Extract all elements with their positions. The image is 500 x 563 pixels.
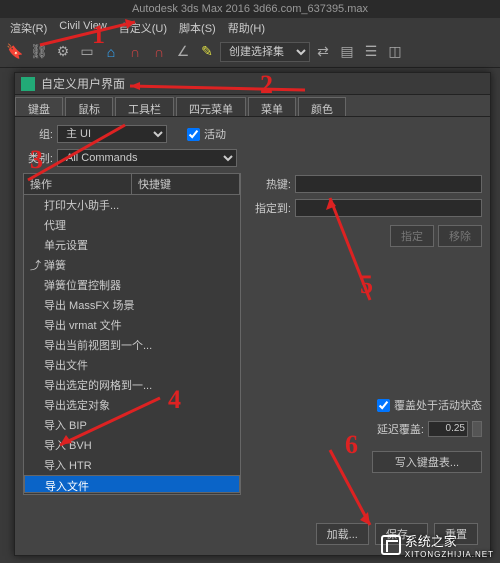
list-item[interactable]: ◢导向板空间扭曲 bbox=[24, 493, 240, 495]
override-checkbox-input[interactable] bbox=[377, 399, 390, 412]
magnet-icon[interactable]: ∩ bbox=[124, 41, 146, 63]
tab-mouse[interactable]: 鼠标 bbox=[65, 97, 113, 116]
magnet2-icon[interactable]: ∩ bbox=[148, 41, 170, 63]
brush-icon[interactable]: ✎ bbox=[196, 41, 218, 63]
tab-color[interactable]: 颜色 bbox=[298, 97, 346, 116]
menu-script[interactable]: 脚本(S) bbox=[173, 18, 222, 36]
col-shortcut[interactable]: 快捷键 bbox=[132, 174, 240, 194]
assignto-input[interactable] bbox=[295, 199, 482, 217]
delay-spinner[interactable] bbox=[472, 421, 482, 437]
list-item[interactable]: 弹簧位置控制器 bbox=[24, 275, 240, 295]
menu-render[interactable]: 渲染(R) bbox=[4, 18, 53, 36]
menu-customize[interactable]: 自定义(U) bbox=[113, 18, 173, 36]
list-item[interactable]: 导出选定的网格到一... bbox=[24, 375, 240, 395]
mirror-icon[interactable]: ⇄ bbox=[312, 41, 334, 63]
app-icon bbox=[21, 77, 35, 91]
bookmark-icon[interactable]: 🔖 bbox=[4, 41, 26, 63]
main-toolbar: 🔖 ⛓ ⚙ ▭ ⌂ ∩ ∩ ∠ ✎ 创建选择集 ⇄ ▤ ☰ ◫ bbox=[0, 36, 500, 68]
list-item[interactable]: 导入文件 bbox=[24, 475, 240, 493]
category-dropdown[interactable]: All Commands bbox=[57, 149, 237, 167]
list-item[interactable]: 导出选定对象 bbox=[24, 395, 240, 415]
assign-button[interactable]: 指定 bbox=[390, 225, 434, 247]
list-item[interactable]: ⤴弹簧 bbox=[24, 255, 240, 275]
list-item[interactable]: 导出 MassFX 场景 bbox=[24, 295, 240, 315]
link-icon[interactable]: ⛓ bbox=[28, 41, 50, 63]
schematic-icon[interactable]: ◫ bbox=[384, 41, 406, 63]
list-item[interactable]: 导出文件 bbox=[24, 355, 240, 375]
snap-icon[interactable]: ⌂ bbox=[100, 41, 122, 63]
active-checkbox-input[interactable] bbox=[187, 128, 200, 141]
assignto-label: 指定到: bbox=[251, 200, 291, 216]
tab-quadmenu[interactable]: 四元菜单 bbox=[176, 97, 246, 116]
tab-keyboard[interactable]: 键盘 bbox=[15, 97, 63, 116]
active-checkbox[interactable]: 活动 bbox=[187, 126, 226, 142]
tab-toolbar[interactable]: 工具栏 bbox=[115, 97, 174, 116]
app-title: Autodesk 3ds Max 2016 3d66.com_637395.ma… bbox=[132, 3, 368, 15]
align-icon[interactable]: ▤ bbox=[336, 41, 358, 63]
delay-label: 延迟覆盖: bbox=[377, 421, 424, 437]
remove-button[interactable]: 移除 bbox=[438, 225, 482, 247]
list-item[interactable]: 导入 BIP bbox=[24, 415, 240, 435]
app-title-bar: Autodesk 3ds Max 2016 3d66.com_637395.ma… bbox=[0, 0, 500, 18]
group-label: 组: bbox=[23, 126, 53, 142]
list-item[interactable]: 单元设置 bbox=[24, 235, 240, 255]
tab-menu[interactable]: 菜单 bbox=[248, 97, 296, 116]
hotkey-input[interactable] bbox=[295, 175, 482, 193]
list-item[interactable]: 导出 vrmat 文件 bbox=[24, 315, 240, 335]
list-item[interactable]: 导入 HTR bbox=[24, 455, 240, 475]
delay-input[interactable] bbox=[428, 421, 468, 437]
main-menu-bar: 渲染(R) Civil View 自定义(U) 脚本(S) 帮助(H) bbox=[0, 18, 500, 36]
override-checkbox[interactable]: 覆盖处于活动状态 bbox=[251, 397, 482, 413]
select-icon[interactable]: ▭ bbox=[76, 41, 98, 63]
menu-civilview[interactable]: Civil View bbox=[53, 18, 112, 36]
list-header: 操作 快捷键 bbox=[23, 173, 241, 195]
angle-icon[interactable]: ∠ bbox=[172, 41, 194, 63]
action-list[interactable]: 打印大小助手...代理单元设置⤴弹簧弹簧位置控制器导出 MassFX 场景导出 … bbox=[23, 195, 241, 495]
dialog-tabs: 键盘 鼠标 工具栏 四元菜单 菜单 颜色 bbox=[15, 95, 490, 117]
dialog-title: 自定义用户界面 bbox=[41, 75, 125, 92]
group-dropdown[interactable]: 主 UI bbox=[57, 125, 167, 143]
watermark: 系统之家 XITONGZHIJIA.NET bbox=[381, 531, 494, 559]
dialog-title-bar[interactable]: 自定义用户界面 bbox=[15, 73, 490, 95]
col-action[interactable]: 操作 bbox=[24, 174, 132, 194]
list-item[interactable]: 代理 bbox=[24, 215, 240, 235]
menu-help[interactable]: 帮助(H) bbox=[222, 18, 271, 36]
list-item[interactable]: 导出当前视图到一个... bbox=[24, 335, 240, 355]
load-button[interactable]: 加载... bbox=[316, 523, 369, 545]
list-item[interactable]: 导入 BVH bbox=[24, 435, 240, 455]
list-item[interactable]: 打印大小助手... bbox=[24, 195, 240, 215]
category-label: 类别: bbox=[23, 150, 53, 166]
write-keyboard-button[interactable]: 写入键盘表... bbox=[372, 451, 482, 473]
hotkey-label: 热键: bbox=[251, 176, 291, 192]
layers-icon[interactable]: ☰ bbox=[360, 41, 382, 63]
watermark-icon bbox=[381, 535, 401, 555]
selection-set-dropdown[interactable]: 创建选择集 bbox=[220, 42, 310, 62]
customize-ui-dialog: 自定义用户界面 键盘 鼠标 工具栏 四元菜单 菜单 颜色 组: 主 UI 活动 … bbox=[14, 72, 491, 556]
gear-icon[interactable]: ⚙ bbox=[52, 41, 74, 63]
